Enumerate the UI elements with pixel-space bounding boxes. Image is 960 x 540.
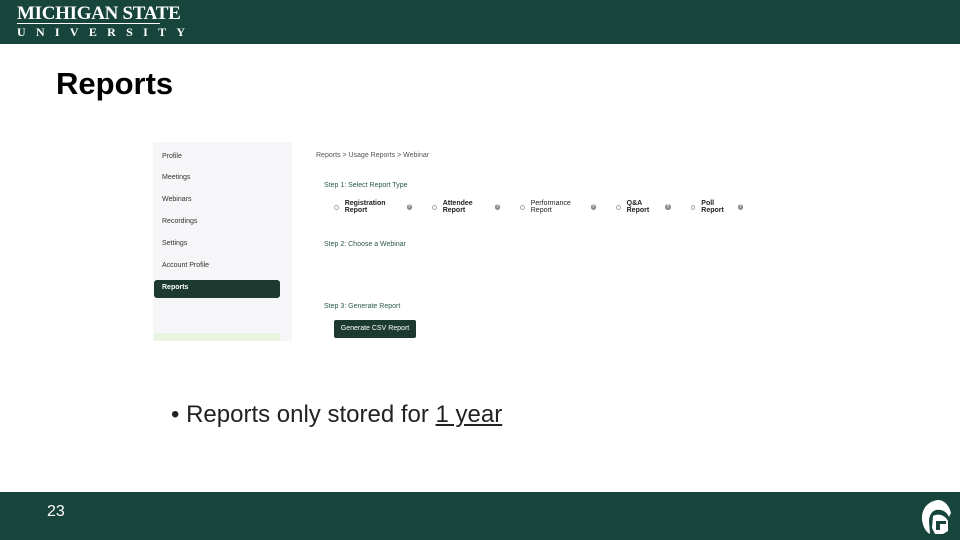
generate-csv-button[interactable]: Generate CSV Report [334,320,416,338]
help-icon[interactable]: ? [737,204,743,210]
radio-qa-report[interactable]: Q&A Report? [615,200,671,214]
help-icon[interactable]: ? [665,204,671,210]
reports-screenshot: Profile Meetings Webinars Recordings Set… [153,142,763,342]
header-bar: MICHIGAN STATE UNIVERSITY [0,0,960,44]
bullet-text: Reports only stored for [186,401,436,428]
footer-bar: 23 [0,492,960,540]
sidebar: Profile Meetings Webinars Recordings Set… [153,142,292,341]
radio-circle[interactable] [334,204,339,210]
help-icon[interactable]: ? [406,204,412,210]
logo-text: MICHIGAN STATE [17,3,181,24]
sidebar-footer [154,333,280,341]
radio-label: Performance Report [530,200,571,214]
step3-label: Step 3: Generate Report [324,303,401,310]
sidebar-item-webinars[interactable]: Webinars [162,196,191,203]
sidebar-item-reports[interactable]: Reports [154,280,280,298]
page-number: 23 [47,503,65,520]
radio-label: Attendee Report [442,200,473,214]
step1-label: Step 1: Select Report Type [324,182,408,189]
radio-circle[interactable] [520,204,525,210]
sidebar-item-profile[interactable]: Profile [162,153,182,160]
radio-circle[interactable] [432,204,437,210]
radio-label: Registration Report [344,200,386,214]
logo-subtext: UNIVERSITY [17,25,196,39]
radio-label: Q&A Report [626,200,650,214]
help-icon[interactable]: ? [494,204,501,210]
radio-poll-report[interactable]: Poll Report? [690,200,743,214]
radio-circle[interactable] [690,204,696,210]
bullet-point: • Reports only stored for 1 year [171,401,503,428]
sidebar-item-recordings[interactable]: Recordings [162,218,197,225]
bullet-emphasis: 1 year [435,401,503,428]
sidebar-item-settings[interactable]: Settings [162,240,187,247]
report-type-radios: Registration Report? Attendee Report? Pe… [334,200,763,214]
radio-registration-report[interactable]: Registration Report? [334,200,412,214]
slide-title: Reports [56,66,174,101]
radio-label: Poll Report [701,200,724,214]
breadcrumb[interactable]: Reports > Usage Reports > Webinar [316,152,429,159]
radio-performance-report[interactable]: Performance Report? [520,200,596,214]
sidebar-item-account-profile[interactable]: Account Profile [162,262,209,269]
help-icon[interactable]: ? [590,204,596,210]
logo-divider [17,23,160,24]
spartan-helmet-icon [921,500,951,534]
radio-attendee-report[interactable]: Attendee Report? [432,200,501,214]
sidebar-item-meetings[interactable]: Meetings [162,174,190,181]
step2-label: Step 2: Choose a Webinar [324,241,406,248]
radio-circle[interactable] [615,204,621,210]
